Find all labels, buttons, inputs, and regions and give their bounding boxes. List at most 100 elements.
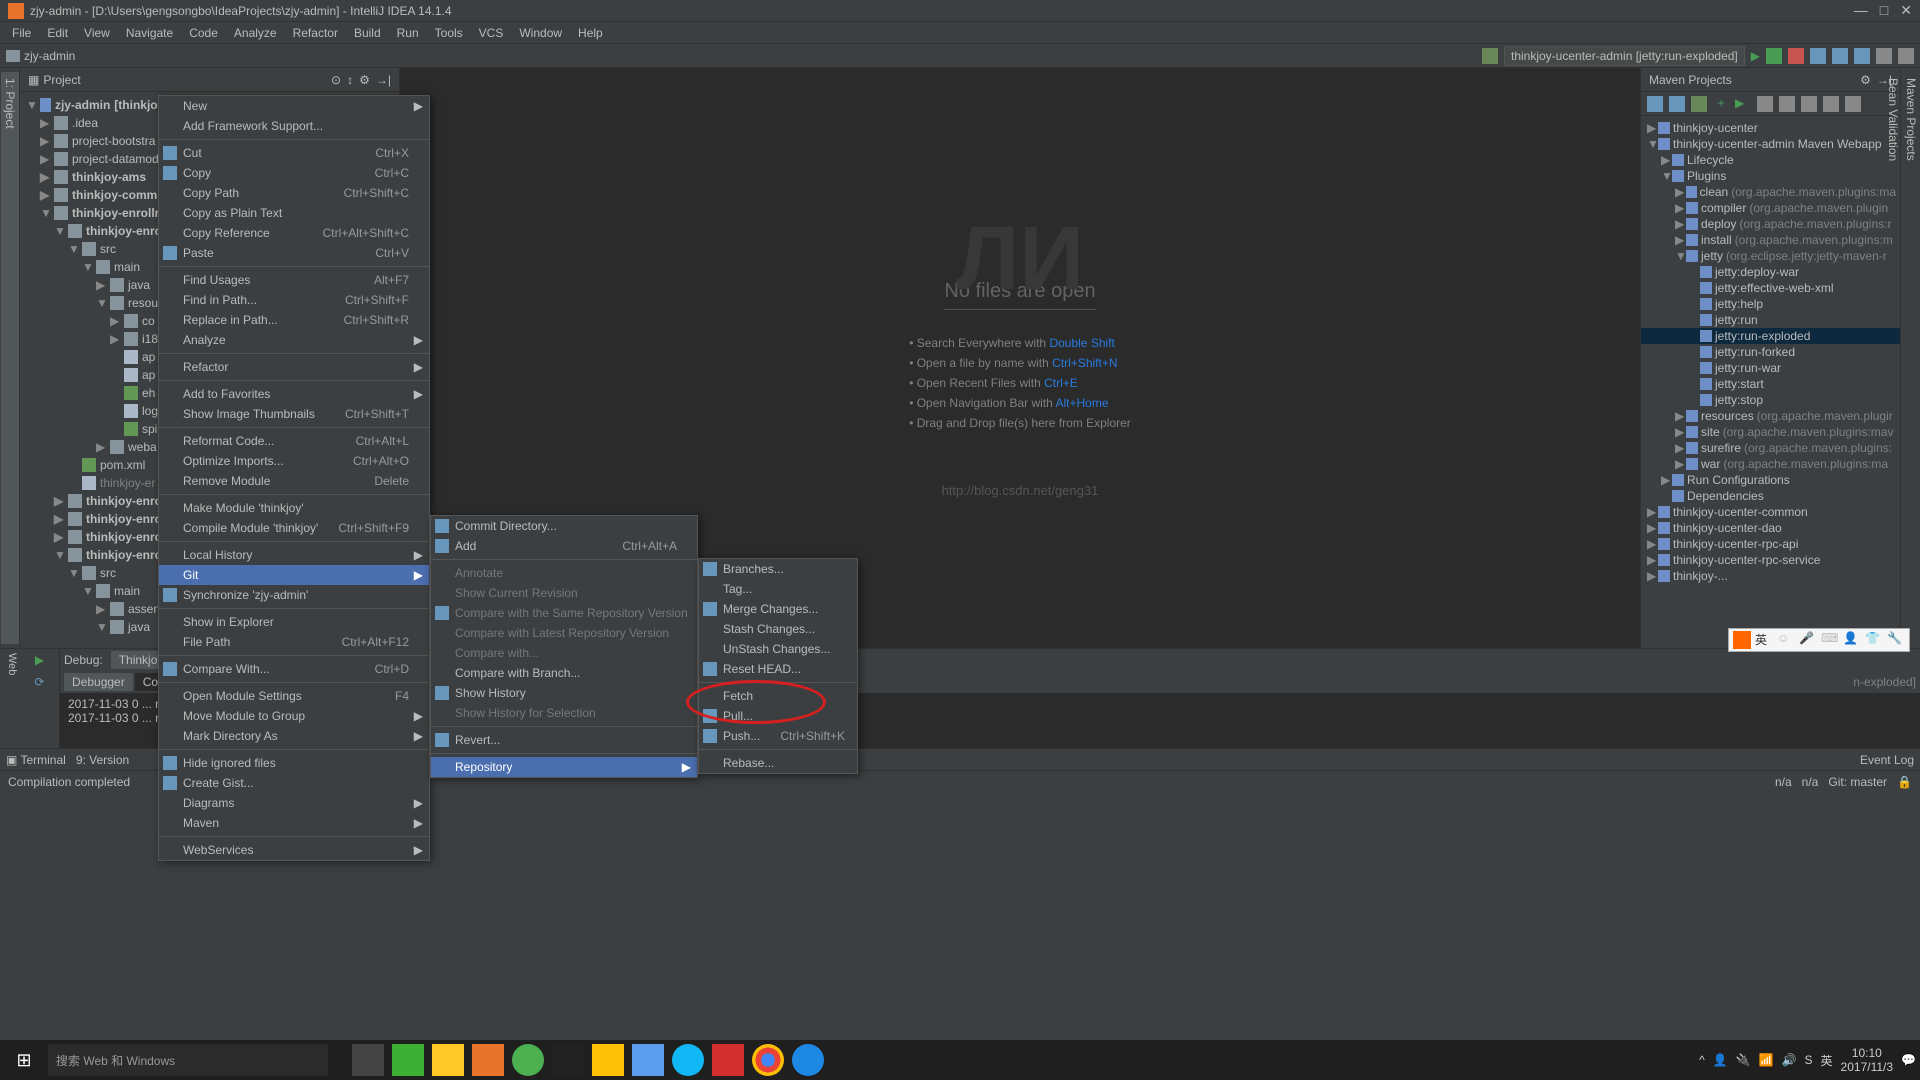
menu-item-refactor[interactable]: Refactor▶	[159, 357, 429, 377]
menu-item-fetch[interactable]: Fetch	[699, 686, 857, 706]
qq-icon[interactable]	[672, 1044, 704, 1076]
maven-tree-item[interactable]: jetty:effective-web-xml	[1641, 280, 1900, 296]
collapse-all-icon[interactable]	[1823, 96, 1839, 112]
debugger-tab[interactable]: Debugger	[64, 673, 133, 691]
menu-item-local-history[interactable]: Local History▶	[159, 545, 429, 565]
menu-item-show-history[interactable]: Show History	[431, 683, 697, 703]
menu-item-diagrams[interactable]: Diagrams▶	[159, 793, 429, 813]
start-button[interactable]: ⊞	[4, 1044, 44, 1076]
maven-tree-item[interactable]: jetty:run-exploded	[1641, 328, 1900, 344]
search-icon[interactable]	[1898, 48, 1914, 64]
debug-icon[interactable]	[1766, 48, 1782, 64]
menu-item-copy[interactable]: CopyCtrl+C	[159, 163, 429, 183]
menu-item-revert[interactable]: Revert...	[431, 730, 697, 750]
ime-toolbar[interactable]: 英 ☺ 🎤 ⌨ 👤 👕 🔧	[1728, 628, 1910, 652]
maven-tree-item[interactable]: ▼Plugins	[1641, 168, 1900, 184]
maven-tree-item[interactable]: jetty:help	[1641, 296, 1900, 312]
task-view-icon[interactable]	[352, 1044, 384, 1076]
project-combo-icon[interactable]: ▦	[28, 73, 39, 87]
menu-item-reset-head[interactable]: Reset HEAD...	[699, 659, 857, 679]
rerun-icon[interactable]: ▶	[20, 649, 59, 671]
maven-tree-item[interactable]: ▶thinkjoy-ucenter-rpc-service	[1641, 552, 1900, 568]
run-maven-icon[interactable]: ▶	[1735, 96, 1751, 112]
ime-skin-icon[interactable]: 👕	[1865, 631, 1883, 649]
menu-item-compile-module-thinkjoy[interactable]: Compile Module 'thinkjoy'Ctrl+Shift+F9	[159, 518, 429, 538]
ime-keyboard-icon[interactable]: ⌨	[1821, 631, 1839, 649]
maven-tree-item[interactable]: ▼thinkjoy-ucenter-admin Maven Webapp	[1641, 136, 1900, 152]
ie-icon[interactable]	[792, 1044, 824, 1076]
maven-tree-item[interactable]: ▶clean (org.apache.maven.plugins:ma	[1641, 184, 1900, 200]
menu-edit[interactable]: Edit	[41, 24, 74, 42]
maven-tree-item[interactable]: jetty:run-forked	[1641, 344, 1900, 360]
cmd-icon[interactable]	[552, 1044, 584, 1076]
ime-voice-icon[interactable]: 🎤	[1799, 631, 1817, 649]
menu-refactor[interactable]: Refactor	[287, 24, 344, 42]
toggle-icon[interactable]	[1779, 96, 1795, 112]
make-icon[interactable]	[1482, 48, 1498, 64]
tray-people-icon[interactable]: 👤	[1713, 1053, 1728, 1067]
menu-item-tag[interactable]: Tag...	[699, 579, 857, 599]
maven-tree-item[interactable]: Dependencies	[1641, 488, 1900, 504]
maven-tree-item[interactable]: jetty:run	[1641, 312, 1900, 328]
menu-item-remove-module[interactable]: Remove ModuleDelete	[159, 471, 429, 491]
maven-tree-item[interactable]: ▶war (org.apache.maven.plugins:ma	[1641, 456, 1900, 472]
revert-icon[interactable]	[1854, 48, 1870, 64]
project-panel-title[interactable]: Project	[43, 73, 331, 87]
menu-item-merge-changes[interactable]: Merge Changes...	[699, 599, 857, 619]
vcs-icon[interactable]	[1810, 48, 1826, 64]
gear-icon[interactable]: ⚙	[1860, 73, 1871, 87]
explorer-icon[interactable]	[432, 1044, 464, 1076]
menu-window[interactable]: Window	[513, 24, 568, 42]
maven-tree-item[interactable]: ▶thinkjoy-...	[1641, 568, 1900, 584]
menu-item-push[interactable]: Push...Ctrl+Shift+K	[699, 726, 857, 746]
resume-icon[interactable]: ⟳	[20, 671, 59, 693]
menu-item-find-in-path[interactable]: Find in Path...Ctrl+Shift+F	[159, 290, 429, 310]
ime-person-icon[interactable]: 👤	[1843, 631, 1861, 649]
menu-item-new[interactable]: New▶	[159, 96, 429, 116]
menu-analyze[interactable]: Analyze	[228, 24, 283, 42]
maven-tree-item[interactable]: ▶resources (org.apache.maven.plugir	[1641, 408, 1900, 424]
menu-item-copy-path[interactable]: Copy PathCtrl+Shift+C	[159, 183, 429, 203]
right-tab-0[interactable]: Maven Projects	[1902, 72, 1920, 644]
maximize-button[interactable]: □	[1880, 2, 1888, 19]
menu-item-copy-reference[interactable]: Copy ReferenceCtrl+Alt+Shift+C	[159, 223, 429, 243]
context-menu-main[interactable]: New▶Add Framework Support...CutCtrl+XCop…	[158, 95, 430, 861]
breadcrumb[interactable]: zjy-admin	[24, 49, 75, 63]
ime-emoji-icon[interactable]: ☺	[1777, 631, 1795, 649]
settings-icon[interactable]	[1876, 48, 1892, 64]
offline-icon[interactable]	[1801, 96, 1817, 112]
maven-tree-item[interactable]: ▶thinkjoy-ucenter-common	[1641, 504, 1900, 520]
menu-help[interactable]: Help	[572, 24, 609, 42]
context-menu-repository[interactable]: Branches...Tag...Merge Changes...Stash C…	[698, 558, 858, 774]
menu-code[interactable]: Code	[183, 24, 224, 42]
menu-item-replace-in-path[interactable]: Replace in Path...Ctrl+Shift+R	[159, 310, 429, 330]
tray-lang-icon[interactable]: 英	[1821, 1052, 1833, 1069]
lock-icon[interactable]: 🔒	[1897, 775, 1912, 789]
menu-navigate[interactable]: Navigate	[120, 24, 179, 42]
menu-item-pull[interactable]: Pull...	[699, 706, 857, 726]
menu-view[interactable]: View	[78, 24, 116, 42]
maven-tree-item[interactable]: ▶thinkjoy-ucenter-dao	[1641, 520, 1900, 536]
menu-item-cut[interactable]: CutCtrl+X	[159, 143, 429, 163]
wechat-icon[interactable]	[392, 1044, 424, 1076]
menu-item-synchronize-zjy-admin[interactable]: Synchronize 'zjy-admin'	[159, 585, 429, 605]
menu-item-commit-directory[interactable]: Commit Directory...	[431, 516, 697, 536]
tray-power-icon[interactable]: 🔌	[1736, 1053, 1751, 1067]
scroll-icon[interactable]: ↕	[347, 73, 353, 87]
menu-item-create-gist[interactable]: Create Gist...	[159, 773, 429, 793]
menu-tools[interactable]: Tools	[429, 24, 469, 42]
menu-item-analyze[interactable]: Analyze▶	[159, 330, 429, 350]
menu-item-maven[interactable]: Maven▶	[159, 813, 429, 833]
run-config-selector[interactable]: thinkjoy-ucenter-admin [jetty:run-explod…	[1504, 46, 1745, 66]
menu-file[interactable]: File	[6, 24, 37, 42]
context-menu-git[interactable]: Commit Directory...AddCtrl+Alt+AAnnotate…	[430, 515, 698, 778]
menu-item-open-module-settings[interactable]: Open Module SettingsF4	[159, 686, 429, 706]
left-tab-0[interactable]: 1: Project	[1, 72, 19, 644]
maven-tree-item[interactable]: jetty:stop	[1641, 392, 1900, 408]
ime-tool-icon[interactable]: 🔧	[1887, 631, 1905, 649]
tray-net-icon[interactable]: 📶	[1759, 1053, 1774, 1067]
hide-icon[interactable]: →|	[376, 73, 391, 87]
maven-tree-item[interactable]: ▶thinkjoy-ucenter	[1641, 120, 1900, 136]
intellij-icon[interactable]	[472, 1044, 504, 1076]
terminal-tab[interactable]: ▣ Terminal	[6, 753, 66, 767]
